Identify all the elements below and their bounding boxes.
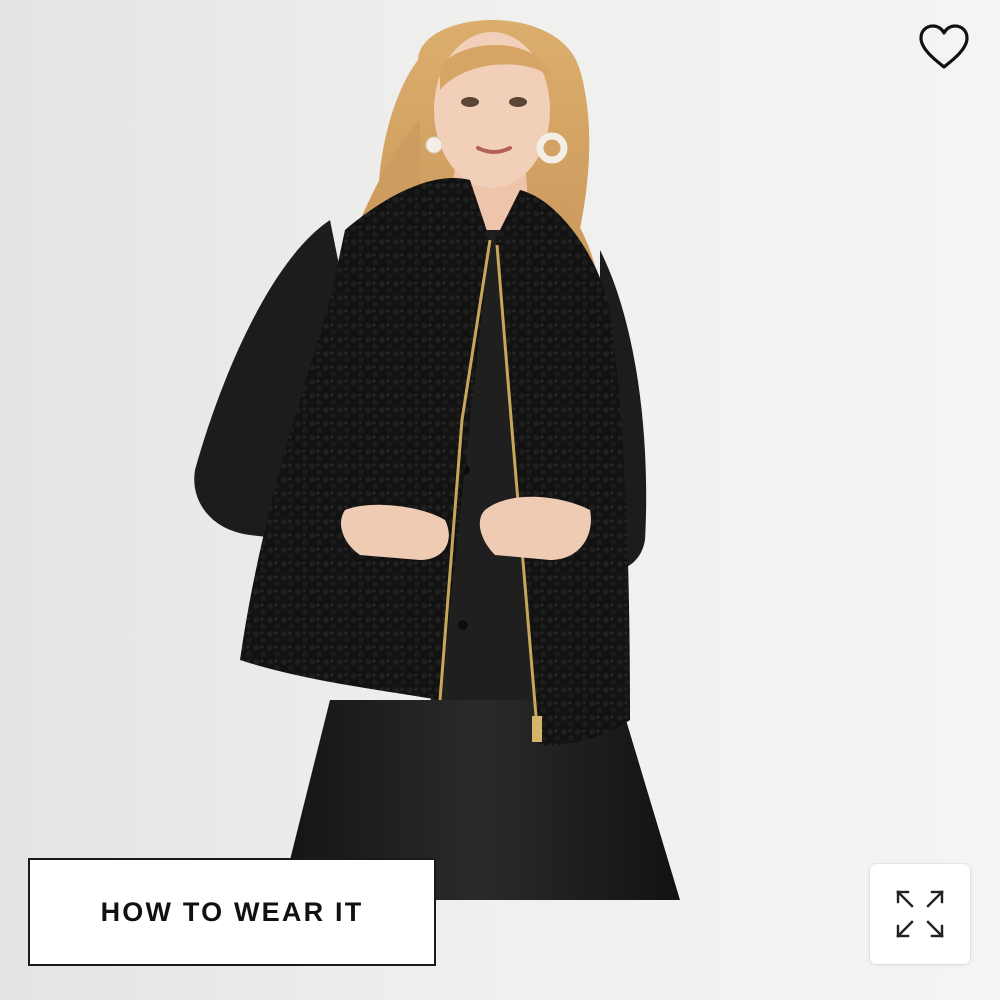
how-to-wear-it-label: HOW TO WEAR IT [100, 896, 364, 927]
how-to-wear-it-button[interactable]: HOW TO WEAR IT [28, 858, 436, 966]
expand-arrows-icon [896, 890, 944, 938]
right-hand [479, 496, 591, 560]
heart-outline-icon [919, 24, 969, 69]
expand-image-button[interactable] [870, 864, 970, 964]
wishlist-button[interactable] [912, 18, 976, 76]
product-photo [194, 20, 680, 900]
product-image-viewer: HOW TO WEAR IT [0, 0, 1000, 1000]
